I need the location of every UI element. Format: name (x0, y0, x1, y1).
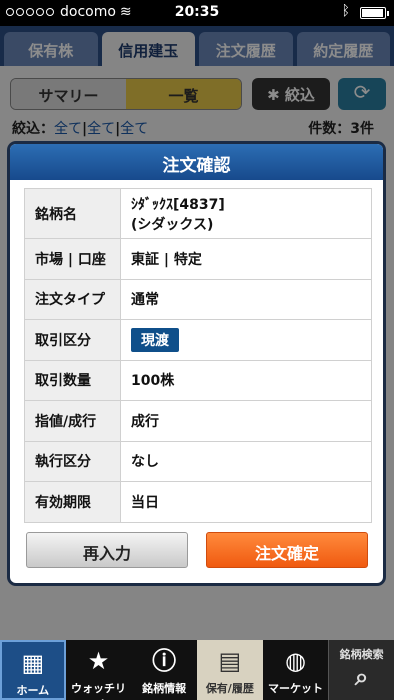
bottom-tab-label: ホーム (16, 684, 50, 697)
row-key: 注文タイプ (24, 278, 121, 320)
clock: 20:35 (174, 4, 220, 20)
row-value: 東証 | 特定 (120, 238, 372, 280)
table-row: 執行区分 なし (24, 440, 372, 482)
bottom-tab-label: 銘柄情報 (142, 682, 187, 695)
search-icon: ⌕ (354, 663, 369, 691)
row-key: 市場 | 口座 (24, 238, 121, 280)
bottom-tab-label: 保有/履歴 (205, 682, 254, 695)
bottom-tab-label: ウォッチリスト (71, 682, 127, 700)
table-row: 銘柄名 ｼﾀﾞｯｸｽ[4837] (シダックス) (24, 188, 372, 239)
confirm-order-button[interactable]: 注文確定 (206, 532, 368, 568)
battery-icon (360, 7, 389, 19)
bottom-tab-home[interactable]: ▦ ホーム (0, 640, 66, 700)
bottom-tab-stock-search[interactable]: 銘柄検索 ⌕ (328, 640, 394, 700)
row-value: 100株 (120, 359, 372, 401)
row-key: 取引区分 (24, 319, 121, 361)
info-icon: ⓘ (152, 647, 177, 675)
order-confirm-dialog: 注文確認 銘柄名 ｼﾀﾞｯｸｽ[4837] (シダックス) 市場 | 口座 東証 … (10, 144, 383, 583)
table-row: 指値/成行 成行 (24, 400, 372, 442)
row-key: 指値/成行 (24, 400, 121, 442)
row-key: 銘柄名 (24, 188, 121, 239)
reenter-button[interactable]: 再入力 (26, 532, 188, 568)
dialog-title: 注文確認 (10, 144, 383, 180)
stock-name: (シダックス) (131, 216, 214, 233)
trade-type-badge: 現渡 (131, 327, 179, 352)
row-value: 現渡 (120, 319, 372, 361)
status-bar: docomo ≋ 20:35 ᛒ (0, 0, 394, 26)
bottom-tab-stock-info[interactable]: ⓘ 銘柄情報 (131, 640, 197, 700)
table-row: 取引区分 現渡 (24, 319, 372, 361)
stock-code: ｼﾀﾞｯｸｽ[4837] (131, 196, 225, 213)
bottom-tab-bar: ▦ ホーム ★ ウォッチリスト ⓘ 銘柄情報 ▤ 保有/履歴 ◍ マーケット 銘… (0, 640, 394, 700)
row-key: 取引数量 (24, 359, 121, 401)
table-row: 取引数量 100株 (24, 359, 372, 401)
home-icon: ▦ (21, 649, 45, 677)
bottom-tab-holdings-history[interactable]: ▤ 保有/履歴 (197, 640, 263, 700)
row-value: 成行 (120, 400, 372, 442)
row-value: 通常 (120, 278, 372, 320)
table-row: 市場 | 口座 東証 | 特定 (24, 238, 372, 280)
row-key: 執行区分 (24, 440, 121, 482)
bottom-tab-label: マーケット (267, 682, 323, 695)
order-details-table: 銘柄名 ｼﾀﾞｯｸｽ[4837] (シダックス) 市場 | 口座 東証 | 特定 … (24, 188, 372, 523)
row-key: 有効期限 (24, 481, 121, 523)
bottom-tab-label: 銘柄検索 (339, 648, 384, 661)
row-value: 当日 (120, 481, 372, 523)
row-value: なし (120, 440, 372, 482)
bottom-tab-watchlist[interactable]: ★ ウォッチリスト (66, 640, 132, 700)
table-row: 注文タイプ 通常 (24, 278, 372, 320)
table-row: 有効期限 当日 (24, 481, 372, 523)
star-folder-icon: ★ (87, 647, 110, 675)
globe-icon: ◍ (285, 647, 306, 675)
bottom-tab-market[interactable]: ◍ マーケット (263, 640, 329, 700)
clipboard-icon: ▤ (218, 647, 242, 675)
row-value: ｼﾀﾞｯｸｽ[4837] (シダックス) (120, 188, 372, 239)
bluetooth-icon: ᛒ (341, 3, 350, 19)
